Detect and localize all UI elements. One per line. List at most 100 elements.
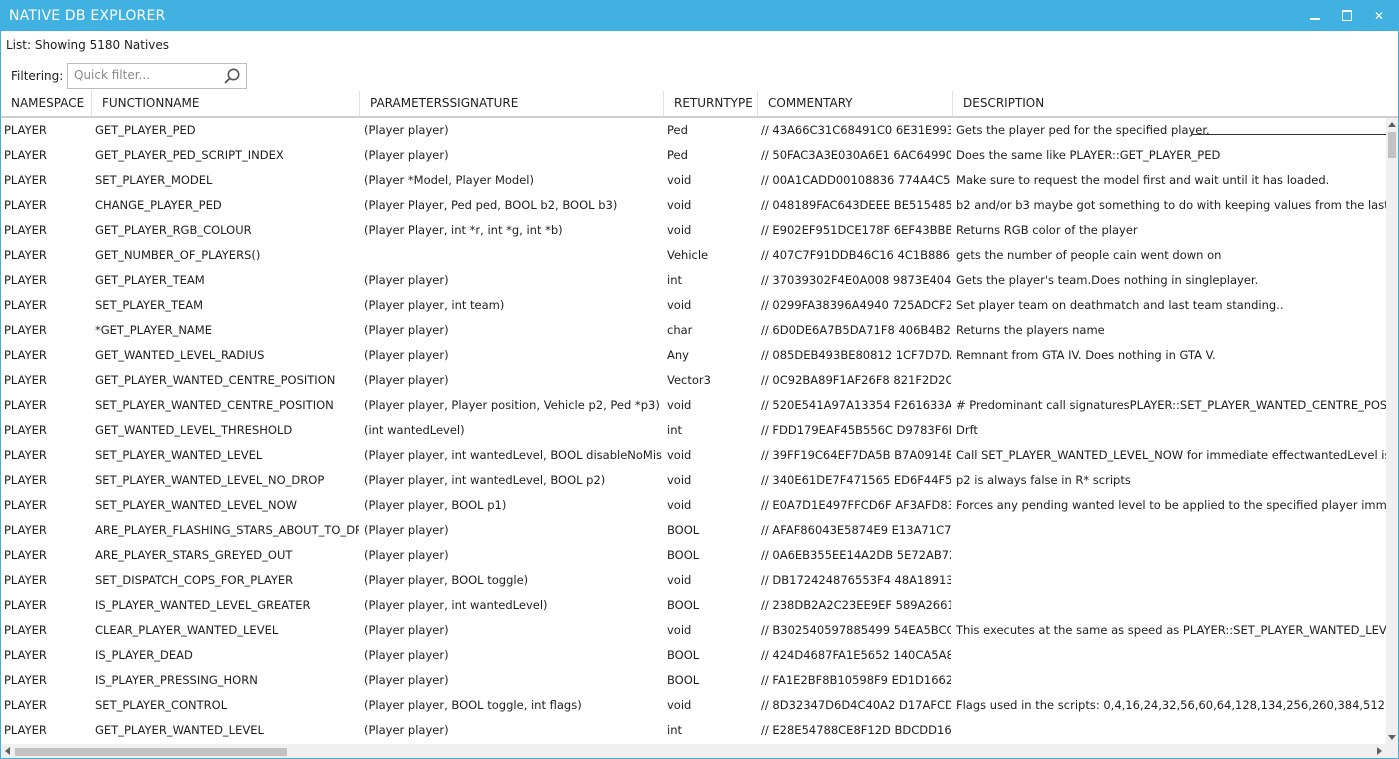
cell-parameterssignature: (Player player, BOOL toggle, int flags) — [364, 698, 582, 712]
cell-parameterssignature: (Player player) — [364, 548, 449, 562]
cell-description: p2 is always false in R* scripts — [956, 473, 1131, 487]
table-row[interactable]: PLAYER GET_PLAYER_WANTED_CENTRE_POSITION (… — [1, 368, 1386, 393]
table-row[interactable]: PLAYER SET_DISPATCH_COPS_FOR_PLAYER (Playe… — [1, 568, 1386, 593]
cell-returntype: BOOL — [667, 523, 700, 537]
table-row[interactable]: PLAYER SET_PLAYER_WANTED_LEVEL (Player pla… — [1, 443, 1386, 468]
cell-namespace: PLAYER — [4, 598, 47, 612]
cell-namespace: PLAYER — [4, 148, 47, 162]
table-row[interactable]: PLAYER GET_PLAYER_WANTED_LEVEL (Player pla… — [1, 718, 1386, 743]
scroll-left-icon[interactable] — [5, 747, 10, 755]
column-header-parameterssignature[interactable]: PARAMETERSSIGNATURE — [360, 91, 664, 116]
cell-returntype: int — [667, 423, 682, 437]
table-row[interactable]: PLAYER SET_PLAYER_TEAM (Player player, int… — [1, 293, 1386, 318]
vertical-scroll-thumb[interactable] — [1388, 132, 1396, 158]
cell-returntype: Any — [667, 348, 689, 362]
table-row[interactable]: PLAYER ARE_PLAYER_STARS_GREYED_OUT (Player… — [1, 543, 1386, 568]
cell-namespace: PLAYER — [4, 523, 47, 537]
table-row[interactable]: PLAYER IS_PLAYER_PRESSING_HORN (Player pla… — [1, 668, 1386, 693]
column-header-namespace[interactable]: NAMESPACE — [1, 91, 92, 116]
table-row[interactable]: PLAYER SET_PLAYER_WANTED_LEVEL_NOW (Player… — [1, 493, 1386, 518]
table-row[interactable]: PLAYER IS_PLAYER_WANTED_LEVEL_GREATER (Pla… — [1, 593, 1386, 618]
scrollbar-corner — [1386, 744, 1398, 758]
search-icon[interactable] — [223, 67, 241, 85]
scroll-down-icon[interactable] — [1388, 735, 1396, 740]
cell-functionname: SET_PLAYER_WANTED_LEVEL_NO_DROP — [95, 473, 325, 487]
cell-commentary: // FDD179EAF45B556C D9783F6B — [761, 423, 951, 437]
table-row[interactable]: PLAYER *GET_PLAYER_NAME (Player player) cha… — [1, 318, 1386, 343]
table-row[interactable]: PLAYER IS_PLAYER_DEAD (Player player) BOOL /… — [1, 643, 1386, 668]
column-header-commentary[interactable]: COMMENTARY — [758, 91, 953, 116]
cell-parameterssignature: (Player player, int wantedLevel, BOOL p2… — [364, 473, 606, 487]
cell-description — [956, 643, 1386, 668]
scroll-up-icon[interactable] — [1388, 122, 1396, 127]
cell-commentary: // 048189FAC643DEEE BE515485 — [761, 198, 951, 212]
cell-namespace: PLAYER — [4, 448, 47, 462]
scroll-right-icon[interactable] — [1377, 747, 1382, 755]
natives-grid: PLAYER GET_PLAYER_PED (Player player) Ped //… — [1, 118, 1386, 744]
cell-description: Set player team on deathmatch and last t… — [956, 298, 1284, 312]
cell-functionname: SET_PLAYER_WANTED_CENTRE_POSITION — [95, 398, 334, 412]
table-row[interactable]: PLAYER SET_PLAYER_MODEL (Player *Model, Pl… — [1, 168, 1386, 193]
cell-namespace: PLAYER — [4, 648, 47, 662]
cell-namespace: PLAYER — [4, 398, 47, 412]
cell-returntype: void — [667, 623, 692, 637]
column-header-description[interactable]: DESCRIPTION — [953, 91, 1398, 116]
cell-parameterssignature: (Player player) — [364, 523, 449, 537]
cell-functionname: *GET_PLAYER_NAME — [95, 323, 212, 337]
cell-functionname: SET_DISPATCH_COPS_FOR_PLAYER — [95, 573, 294, 587]
cell-description — [956, 718, 1386, 743]
cell-commentary: // E28E54788CE8F12D BDCDD163 — [761, 723, 951, 737]
table-row[interactable]: PLAYER SET_PLAYER_WANTED_CENTRE_POSITION (… — [1, 393, 1386, 418]
window-title: NATIVE DB EXPLORER — [9, 8, 166, 24]
cell-namespace: PLAYER — [4, 623, 47, 637]
column-header-functionname[interactable]: FUNCTIONNAME — [92, 91, 360, 116]
cell-returntype: void — [667, 298, 692, 312]
table-row[interactable]: PLAYER GET_WANTED_LEVEL_RADIUS (Player pla… — [1, 343, 1386, 368]
table-row[interactable]: PLAYER GET_PLAYER_PED_SCRIPT_INDEX (Player… — [1, 143, 1386, 168]
table-row[interactable]: PLAYER CLEAR_PLAYER_WANTED_LEVEL (Player p… — [1, 618, 1386, 643]
table-row[interactable]: PLAYER CHANGE_PLAYER_PED (Player Player, P… — [1, 193, 1386, 218]
cell-description: Drft — [956, 423, 978, 437]
cell-commentary: // 407C7F91DDB46C16 4C1B8867 — [761, 248, 951, 262]
close-button[interactable]: ✕ — [1363, 1, 1395, 31]
cell-commentary: // 39FF19C64EF7DA5B B7A0914B — [761, 448, 951, 462]
table-row[interactable]: PLAYER GET_NUMBER_OF_PLAYERS() Vehicle // 4… — [1, 243, 1386, 268]
cell-namespace: PLAYER — [4, 298, 47, 312]
cell-parameterssignature: (Player player) — [364, 623, 449, 637]
cell-namespace: PLAYER — [4, 573, 47, 587]
table-row[interactable]: PLAYER ARE_PLAYER_FLASHING_STARS_ABOUT_TO… — [1, 518, 1386, 543]
cell-namespace: PLAYER — [4, 423, 47, 437]
cell-commentary: // FA1E2BF8B10598F9 ED1D1662 — [761, 673, 951, 687]
horizontal-scrollbar[interactable] — [1, 744, 1386, 758]
cell-description: gets the number of people cain went down… — [956, 248, 1222, 262]
cell-parameterssignature: (Player player) — [364, 348, 449, 362]
column-header-returntype[interactable]: RETURNTYPE — [664, 91, 758, 116]
vertical-scrollbar[interactable] — [1386, 118, 1398, 744]
cell-parameterssignature: (Player player, BOOL toggle) — [364, 573, 529, 587]
cell-description: Remnant from GTA IV. Does nothing in GTA… — [956, 348, 1216, 362]
cell-returntype: char — [667, 323, 693, 337]
minimize-button[interactable] — [1299, 1, 1331, 31]
cell-commentary: // 085DEB493BE80812 1CF7D7DA — [761, 348, 951, 362]
table-row[interactable]: PLAYER GET_PLAYER_RGB_COLOUR (Player Playe… — [1, 218, 1386, 243]
cell-namespace: PLAYER — [4, 248, 47, 262]
table-row[interactable]: PLAYER GET_PLAYER_PED (Player player) Ped //… — [1, 118, 1386, 143]
minimize-icon — [1310, 18, 1320, 20]
cell-functionname: CLEAR_PLAYER_WANTED_LEVEL — [95, 623, 279, 637]
table-row[interactable]: PLAYER SET_PLAYER_CONTROL (Player player, … — [1, 693, 1386, 718]
table-row[interactable]: PLAYER SET_PLAYER_WANTED_LEVEL_NO_DROP (Pl… — [1, 468, 1386, 493]
cell-commentary: // 0C92BA89F1AF26F8 821F2D2C — [761, 373, 951, 387]
table-row[interactable]: PLAYER GET_WANTED_LEVEL_THRESHOLD (int wan… — [1, 418, 1386, 443]
cell-returntype: void — [667, 473, 692, 487]
horizontal-scroll-thumb[interactable] — [15, 748, 287, 756]
cell-functionname: GET_PLAYER_PED_SCRIPT_INDEX — [95, 148, 284, 162]
title-bar[interactable]: NATIVE DB EXPLORER ✕ — [1, 1, 1398, 31]
cell-functionname: IS_PLAYER_WANTED_LEVEL_GREATER — [95, 598, 311, 612]
cell-functionname: GET_PLAYER_WANTED_LEVEL — [95, 723, 264, 737]
quick-filter-input[interactable] — [68, 64, 224, 86]
table-row[interactable]: PLAYER GET_PLAYER_TEAM (Player player) int /… — [1, 268, 1386, 293]
maximize-button[interactable] — [1331, 1, 1363, 31]
cell-returntype: void — [667, 498, 692, 512]
cell-description — [956, 368, 1386, 393]
cell-commentary: // 238DB2A2C23EE9EF 589A2661 — [761, 598, 951, 612]
